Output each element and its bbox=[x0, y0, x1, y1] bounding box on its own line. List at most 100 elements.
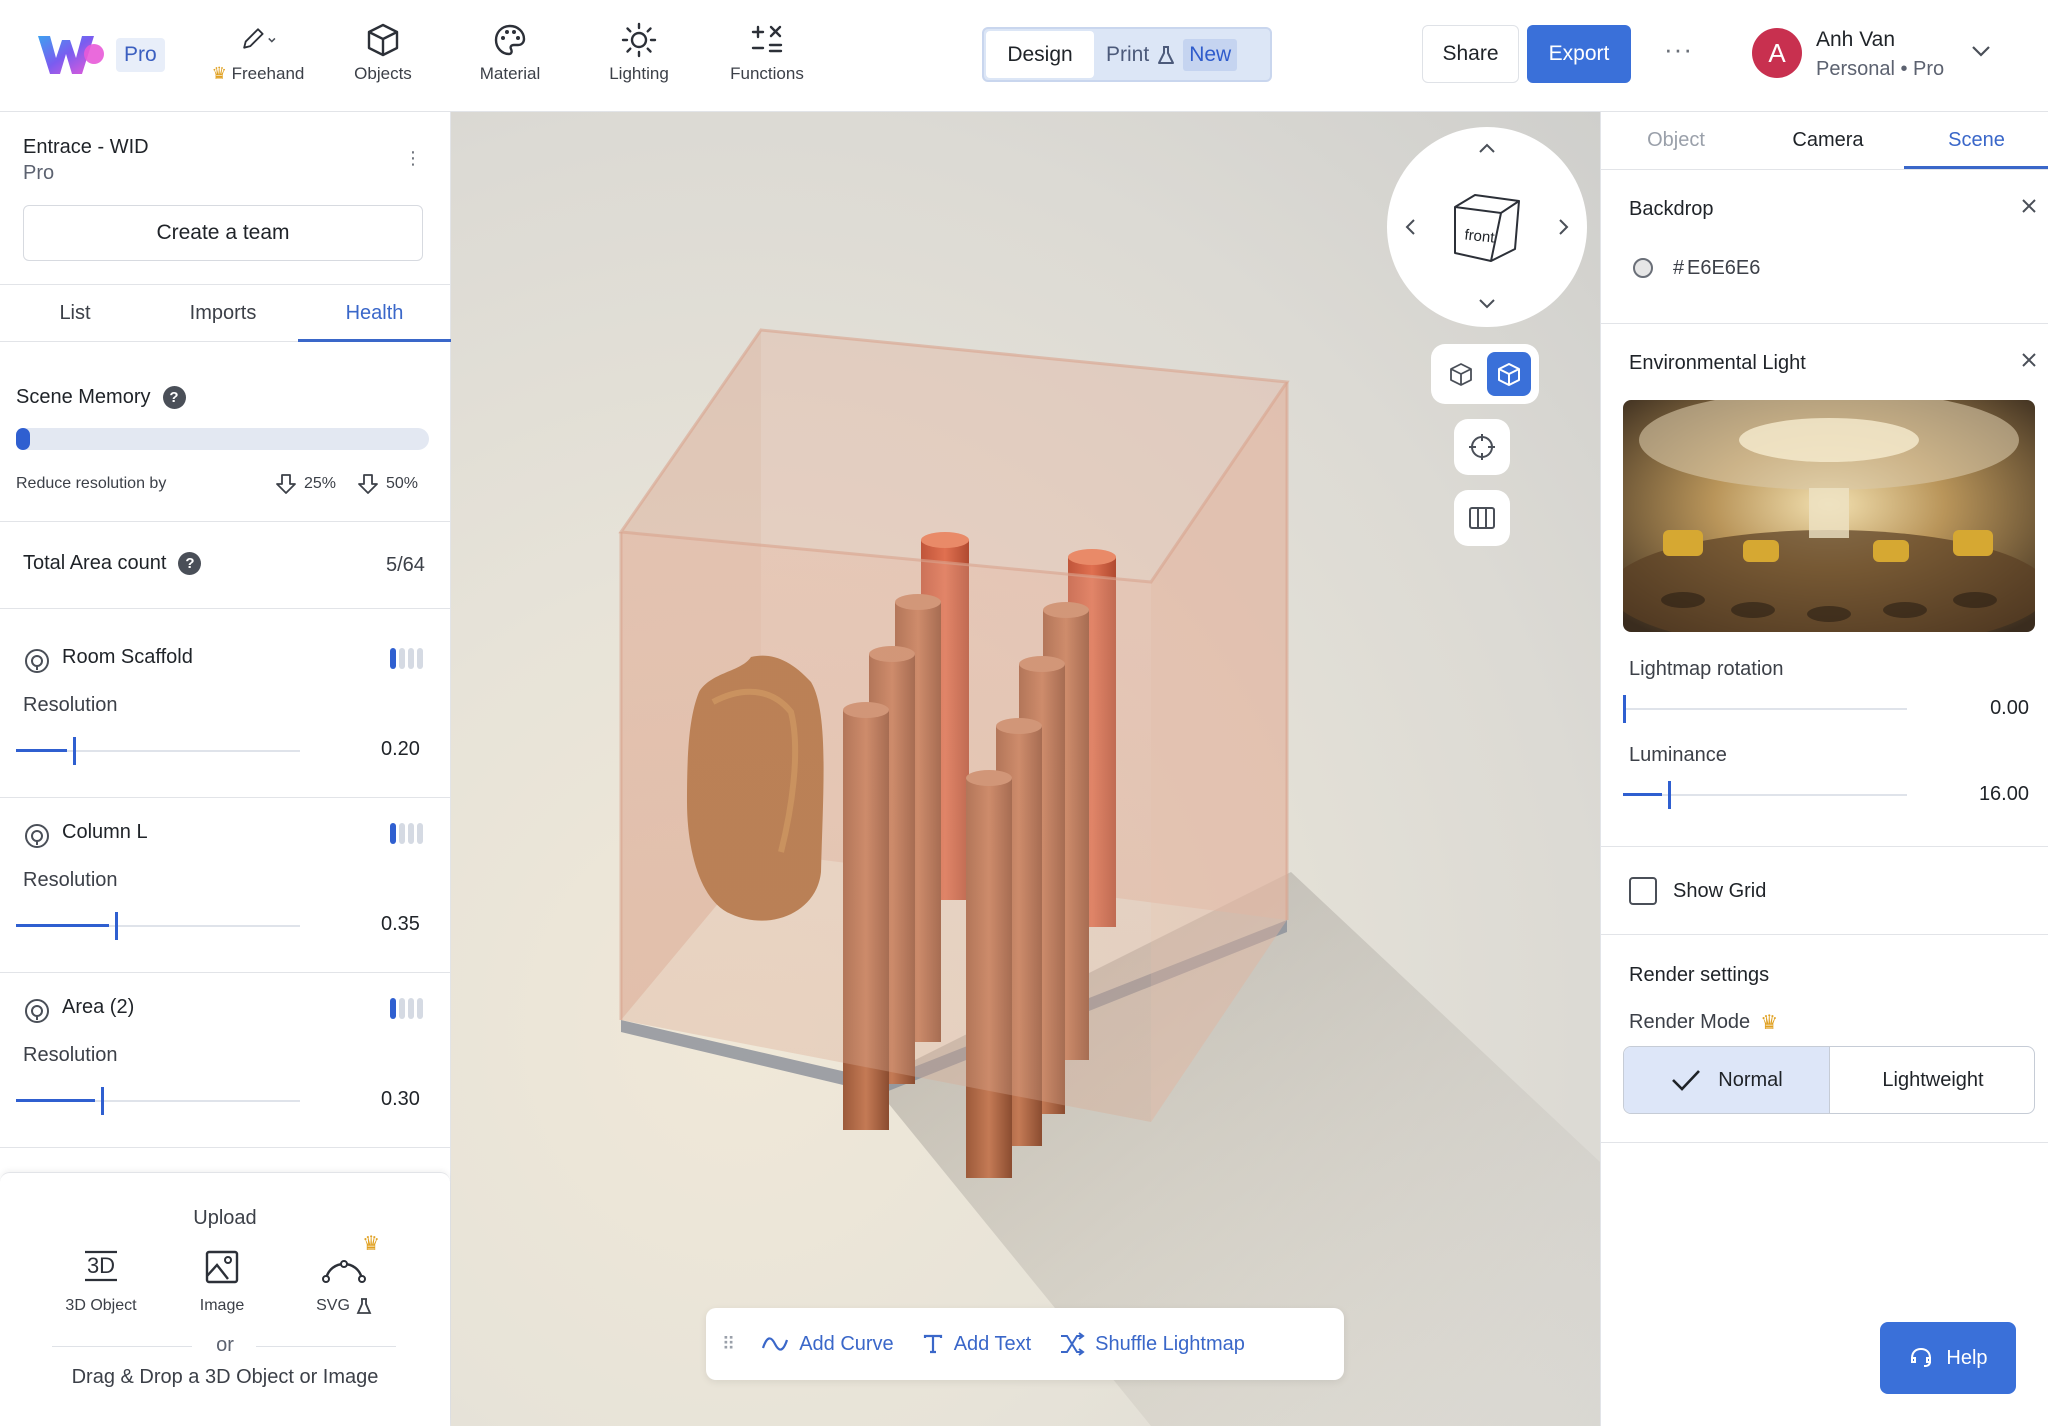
show-grid-label[interactable]: Show Grid bbox=[1673, 880, 1766, 903]
avatar[interactable]: A bbox=[1752, 28, 1802, 78]
view-cube[interactable]: front bbox=[1449, 189, 1525, 265]
upload-image-button[interactable]: Image bbox=[167, 1245, 277, 1315]
help-icon[interactable]: ? bbox=[162, 386, 186, 409]
view-mode-group bbox=[1431, 344, 1539, 404]
mode-print-label: Print bbox=[1106, 43, 1150, 66]
left-panel: Entrace - WID Pro ⋮ Create a team List I… bbox=[0, 112, 451, 1426]
render-normal-option[interactable]: Normal bbox=[1624, 1047, 1830, 1113]
pro-badge: Pro bbox=[116, 38, 165, 72]
shuffle-lightmap-button[interactable]: Shuffle Lightmap bbox=[1059, 1332, 1245, 1356]
help-icon[interactable]: ? bbox=[178, 552, 202, 575]
divider bbox=[0, 1147, 450, 1148]
tool-functions[interactable]: Functions bbox=[712, 20, 822, 92]
tab-camera[interactable]: Camera bbox=[1753, 112, 1903, 169]
lightmap-rotation-slider[interactable] bbox=[1623, 694, 1907, 724]
slider-thumb[interactable] bbox=[73, 737, 76, 765]
tool-objects[interactable]: Objects bbox=[328, 20, 438, 92]
luminance-value[interactable]: 16.00 bbox=[1929, 783, 2029, 806]
upload-label: Image bbox=[167, 1297, 277, 1315]
upload-3d-object-button[interactable]: 3D 3D Object bbox=[46, 1245, 156, 1315]
wireframe-cube-icon[interactable] bbox=[1439, 352, 1483, 396]
reduce-50-label: 50% bbox=[386, 475, 419, 492]
tab-object[interactable]: Object bbox=[1601, 112, 1751, 169]
resolution-slider[interactable] bbox=[16, 1086, 300, 1116]
room-target-icon[interactable] bbox=[24, 823, 50, 849]
room-target-icon[interactable] bbox=[24, 648, 50, 674]
right-panel: Object Camera Scene Backdrop # E6E6E6 En… bbox=[1600, 112, 2048, 1426]
create-team-button[interactable]: Create a team bbox=[23, 205, 423, 261]
room-name: Area (2) bbox=[62, 996, 135, 1018]
lightmap-rotation-value[interactable]: 0.00 bbox=[1929, 697, 2029, 720]
chevron-left-icon[interactable] bbox=[1401, 215, 1419, 239]
drag-drop-text[interactable]: Drag & Drop a 3D Object or Image bbox=[0, 1366, 450, 1389]
slider-thumb[interactable] bbox=[1668, 781, 1671, 809]
tab-list[interactable]: List bbox=[0, 285, 150, 342]
top-toolbar: Pro ♛ Freehand Objects Material Lighting… bbox=[0, 0, 2048, 112]
solid-cube-icon[interactable] bbox=[1487, 352, 1531, 396]
tool-lighting[interactable]: Lighting bbox=[584, 20, 694, 92]
render-normal-label: Normal bbox=[1718, 1068, 1783, 1091]
render-settings-title: Render settings bbox=[1629, 964, 1770, 986]
sun-icon bbox=[619, 20, 659, 60]
mode-print-button[interactable]: Print New bbox=[1100, 29, 1238, 80]
columns-layout-icon[interactable] bbox=[1454, 490, 1510, 546]
backdrop-color-input[interactable]: E6E6E6 bbox=[1687, 257, 1760, 280]
resolution-label: Resolution bbox=[23, 869, 118, 891]
shuffle-icon bbox=[1059, 1332, 1085, 1356]
chevron-down-icon[interactable] bbox=[1970, 44, 1992, 58]
resolution-value[interactable]: 0.35 bbox=[381, 913, 420, 936]
export-button[interactable]: Export bbox=[1527, 25, 1631, 83]
collapse-icon[interactable] bbox=[2019, 350, 2039, 370]
upload-svg-button[interactable]: ♛ SVG bbox=[289, 1233, 399, 1315]
cube-icon bbox=[363, 20, 403, 60]
user-name[interactable]: Anh Van bbox=[1816, 28, 1895, 52]
chevron-up-icon[interactable] bbox=[1475, 139, 1499, 157]
slider-thumb[interactable] bbox=[115, 912, 118, 940]
tab-health[interactable]: Health bbox=[298, 285, 451, 342]
tab-imports[interactable]: Imports bbox=[148, 285, 298, 342]
backdrop-color-swatch[interactable] bbox=[1633, 258, 1653, 278]
tab-scene[interactable]: Scene bbox=[1904, 112, 2048, 169]
tool-material[interactable]: Material bbox=[455, 20, 565, 92]
share-button[interactable]: Share bbox=[1422, 25, 1519, 83]
render-mode-label: Render Mode bbox=[1629, 1011, 1751, 1033]
chevron-right-icon[interactable] bbox=[1555, 215, 1573, 239]
app-logo[interactable] bbox=[36, 30, 104, 80]
slider-thumb[interactable] bbox=[101, 1087, 104, 1115]
tool-freehand[interactable]: ♛ Freehand bbox=[203, 20, 313, 92]
reduce-25-button[interactable]: 25% bbox=[274, 472, 336, 496]
render-lightweight-option[interactable]: Lightweight bbox=[1830, 1047, 2034, 1113]
collapse-icon[interactable] bbox=[2019, 196, 2039, 216]
flask-icon bbox=[1157, 45, 1175, 65]
backdrop-title: Backdrop bbox=[1629, 198, 1714, 220]
pencil-icon bbox=[238, 20, 278, 60]
add-curve-button[interactable]: Add Curve bbox=[761, 1333, 894, 1356]
render-mode-toggle: Normal Lightweight bbox=[1623, 1046, 2035, 1114]
reduce-50-button[interactable]: 50% bbox=[356, 472, 418, 496]
help-button[interactable]: Help bbox=[1880, 1322, 2016, 1394]
chevron-down-icon[interactable] bbox=[1475, 295, 1499, 313]
add-text-button[interactable]: Add Text bbox=[922, 1333, 1031, 1356]
resolution-slider[interactable] bbox=[16, 736, 300, 766]
mode-design-button[interactable]: Design bbox=[986, 31, 1094, 78]
show-grid-checkbox[interactable] bbox=[1629, 877, 1657, 905]
drag-handle-icon[interactable]: ⠿ bbox=[722, 1334, 735, 1355]
resolution-value[interactable]: 0.30 bbox=[381, 1088, 420, 1111]
tool-label: Material bbox=[479, 64, 541, 83]
focus-crosshair-icon[interactable] bbox=[1454, 419, 1510, 475]
divider bbox=[1601, 323, 2048, 324]
kebab-menu-icon[interactable]: ⋮ bbox=[404, 148, 422, 169]
viewport-bottom-toolbar: ⠿ Add Curve Add Text Shuffle Lightmap bbox=[706, 1308, 1344, 1380]
shuffle-lightmap-label: Shuffle Lightmap bbox=[1095, 1332, 1245, 1355]
luminance-slider[interactable] bbox=[1623, 780, 1907, 810]
total-area-label: Total Area count bbox=[23, 552, 167, 574]
more-options-icon[interactable]: ··· bbox=[1664, 34, 1693, 65]
room-target-icon[interactable] bbox=[24, 998, 50, 1024]
lod-bars bbox=[390, 648, 423, 669]
environment-lightmap-image[interactable] bbox=[1623, 400, 2035, 632]
3d-viewport[interactable]: front ⠿ Add Curve Add Text Shuffle Light… bbox=[451, 112, 1600, 1426]
resolution-value[interactable]: 0.20 bbox=[381, 738, 420, 761]
room-item: Room Scaffold Resolution 0.20 bbox=[0, 610, 450, 784]
resolution-slider[interactable] bbox=[16, 911, 300, 941]
slider-thumb[interactable] bbox=[1623, 695, 1626, 723]
